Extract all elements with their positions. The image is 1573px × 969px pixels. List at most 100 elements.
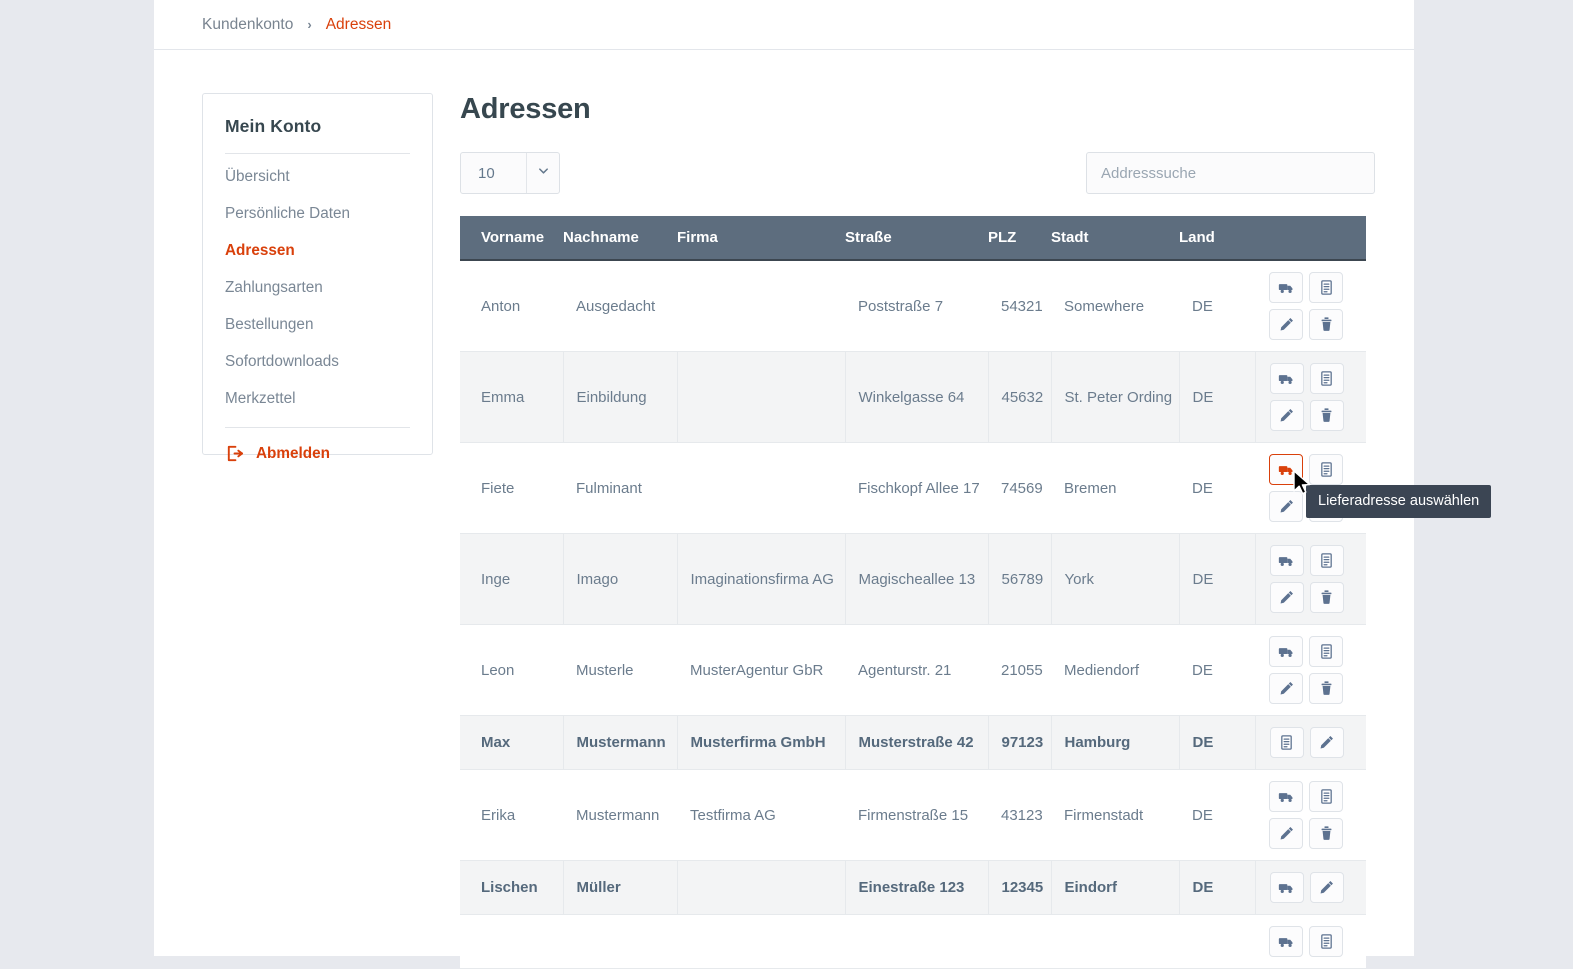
address-search-input[interactable] [1086,152,1375,194]
sidebar-item-bestellungen[interactable]: Bestellungen [225,306,410,343]
truck-action-button[interactable] [1269,926,1303,957]
document-action-button[interactable] [1309,781,1343,812]
pencil-icon [1278,680,1295,697]
page-size-select[interactable]: 10 [460,152,560,194]
page-title: Adressen [460,93,591,125]
cell-vorname: Emma [460,351,563,443]
column-header-nachname: Nachname [563,216,677,261]
breadcrumb-kundenkonto[interactable]: Kundenkonto [202,16,293,34]
cell-land: DE [1179,624,1255,716]
account-page: Kundenkonto › Adressen Mein Konto Übersi… [154,0,1414,969]
truck-action-button[interactable] [1269,781,1303,812]
pencil-action-button[interactable] [1269,491,1303,522]
cell-actions [1254,860,1367,915]
document-action-button[interactable] [1309,545,1344,576]
table-toolbar: 10 [460,152,1375,194]
pencil-action-button[interactable] [1309,872,1344,903]
document-action-button[interactable] [1269,727,1304,758]
trash-icon [1318,680,1335,697]
truck-icon [1278,933,1295,950]
table-row: Anton Ausgedacht Poststraße 7 54321 Somewher… [460,260,1366,352]
cell-strasse [845,914,988,969]
pencil-action-button[interactable] [1269,818,1303,849]
cell-nachname: Einbildung [562,351,677,443]
document-icon [1318,370,1335,387]
addresses-main: Adressen 10 Vorname [433,93,1414,969]
cell-nachname: Fulminant [563,442,677,534]
document-action-button[interactable] [1309,926,1343,957]
truck-action-button[interactable] [1269,545,1304,576]
column-header-firma: Firma [677,216,845,261]
cell-stadt: Somewhere [1051,260,1179,352]
sidebar-item-persoenliche-daten[interactable]: Persönliche Daten [225,195,410,232]
document-action-button[interactable] [1309,636,1343,667]
table-row [460,914,1366,969]
trash-action-button[interactable] [1309,582,1344,613]
row-action-buttons [1256,861,1367,914]
truck-action-button[interactable] [1269,872,1304,903]
cell-vorname: Max [460,715,563,770]
pencil-icon [1278,498,1295,515]
truck-action-button[interactable] [1269,636,1303,667]
document-action-button[interactable] [1309,454,1343,485]
cell-firma [676,860,845,915]
table-row: Fiete Fulminant Fischkopf Allee 17 74569 Bre… [460,442,1366,534]
pencil-action-button[interactable] [1309,727,1344,758]
cell-land: DE [1179,442,1255,534]
document-action-button[interactable] [1309,363,1344,394]
cell-nachname [563,914,677,969]
sidebar-item-merkzettel[interactable]: Merkzettel [225,380,410,417]
column-header-actions [1255,216,1366,261]
cell-vorname: Fiete [460,442,563,534]
cell-vorname [460,914,563,969]
trash-icon [1318,589,1335,606]
trash-action-button[interactable] [1309,309,1343,340]
logout-button[interactable]: Abmelden [225,428,410,463]
pencil-action-button[interactable] [1269,673,1303,704]
cell-vorname: Lischen [460,860,563,915]
document-icon [1278,734,1295,751]
truck-action-button[interactable] [1269,272,1303,303]
cell-stadt: Hamburg [1050,715,1179,770]
sidebar-item-zahlungsarten[interactable]: Zahlungsarten [225,269,410,306]
truck-icon [1278,788,1295,805]
cell-strasse: Agenturstr. 21 [845,624,988,716]
pencil-icon [1278,589,1295,606]
sidebar-item-sofortdownloads[interactable]: Sofortdownloads [225,343,410,380]
document-action-button[interactable] [1309,272,1343,303]
tooltip: Lieferadresse auswählen [1306,485,1492,518]
cell-firma [677,914,845,969]
cell-actions [1255,769,1366,861]
sidebar-item-adressen[interactable]: Adressen [225,232,410,269]
pencil-icon [1278,407,1295,424]
cell-plz: 45632 [987,351,1051,443]
trash-action-button[interactable] [1309,673,1343,704]
sidebar-item-uebersicht[interactable]: Übersicht [225,158,410,195]
cell-strasse: Musterstraße 42 [844,715,988,770]
trash-icon [1318,825,1335,842]
logout-icon [225,444,244,463]
table-row: Emma Einbildung Winkelgasse 64 45632 St. Pet… [460,351,1366,443]
pencil-action-button[interactable] [1269,309,1303,340]
cell-nachname: Mustermann [563,769,677,861]
cell-nachname: Müller [562,860,677,915]
cell-plz [988,914,1051,969]
truck-icon [1278,879,1295,896]
truck-action-button[interactable] [1269,363,1304,394]
cell-actions [1254,533,1366,625]
document-icon [1318,279,1335,296]
breadcrumb-separator-icon: › [307,17,312,32]
account-sidebar: Mein Konto Übersicht Persönliche Daten A… [202,93,433,462]
pencil-icon [1278,825,1295,842]
table-row: Leon Musterle MusterAgentur GbR Agenturstr.… [460,624,1366,716]
truck-action-button[interactable] [1269,454,1303,485]
trash-action-button[interactable] [1309,818,1343,849]
table-head: Vorname Nachname Firma Straße PLZ Stadt … [460,216,1366,261]
pencil-action-button[interactable] [1269,400,1304,431]
column-header-plz: PLZ [988,216,1051,261]
trash-icon [1318,407,1335,424]
trash-action-button[interactable] [1309,400,1344,431]
breadcrumb-adressen[interactable]: Adressen [326,16,391,34]
pencil-action-button[interactable] [1269,582,1304,613]
cell-stadt: Bremen [1051,442,1179,534]
